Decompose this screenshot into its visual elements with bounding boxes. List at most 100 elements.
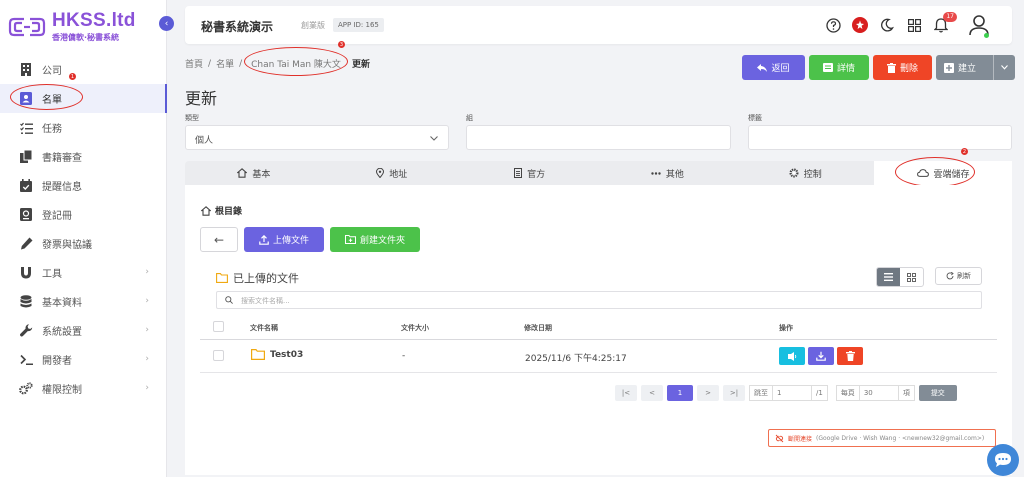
tab-basic[interactable]: 基本	[185, 161, 323, 185]
download-icon	[816, 351, 826, 361]
dark-mode-moon-icon[interactable]	[879, 17, 895, 33]
search-icon	[225, 296, 233, 304]
sidebar-item-invoices[interactable]: 發票與協議	[0, 229, 167, 258]
detail-button[interactable]: 詳情	[809, 55, 869, 80]
tab-label: 官方	[527, 169, 546, 180]
home-icon	[201, 205, 211, 216]
annotation-circle-cloud	[895, 157, 975, 187]
create-button-label: 建立	[958, 64, 977, 74]
per-page-input[interactable]: 30	[858, 385, 899, 401]
folder-icon	[251, 349, 265, 360]
breadcrumb-home[interactable]: 首頁	[185, 57, 203, 70]
chevron-right-icon: ›	[145, 325, 149, 335]
last-page-button[interactable]: >|	[723, 385, 745, 401]
detail-button-label: 詳情	[836, 64, 855, 74]
prev-page-button[interactable]: <	[641, 385, 663, 401]
file-modified-date: 2025/11/6 下午4:25:17	[525, 354, 627, 364]
back-button[interactable]: 返回	[742, 55, 805, 80]
brand-logo[interactable]: HKSS.ltd 香港傭軟·秘書系統	[8, 8, 158, 44]
cloud-storage-panel: 根目錄 ← 上傳文件 創建文件夾 已上傳的文件 刷新 搜索文件名稱... 文件名…	[185, 185, 1012, 475]
file-name-cell[interactable]: Test03	[251, 349, 303, 360]
create-button[interactable]: 建立	[936, 55, 1015, 80]
type-select[interactable]: 個人	[185, 125, 449, 150]
tag-field[interactable]	[748, 125, 1012, 150]
tab-other[interactable]: 其他	[598, 161, 736, 185]
sidebar-item-label: 開發者	[42, 356, 72, 367]
apps-grid-icon[interactable]	[906, 17, 922, 33]
table-row-divider	[200, 372, 997, 373]
tab-official[interactable]: 官方	[461, 161, 599, 185]
sidebar-item-company[interactable]: 公司	[0, 55, 167, 84]
select-all-checkbox[interactable]	[213, 321, 224, 332]
building-icon	[19, 63, 33, 77]
detail-card-icon	[822, 63, 833, 72]
notification-count-badge: 17	[943, 12, 957, 22]
first-page-button[interactable]: |<	[615, 385, 637, 401]
calendar-check-icon	[19, 179, 33, 193]
download-button[interactable]	[808, 347, 834, 365]
goto-label: 跳至	[749, 385, 772, 401]
tab-label: 其他	[665, 169, 684, 180]
brand-name: HKSS.ltd	[52, 10, 136, 31]
refresh-label: 刷新	[957, 272, 971, 280]
app-id-badge: APP ID: 165	[333, 18, 384, 32]
page-1-button[interactable]: 1	[667, 385, 693, 401]
sidebar-item-label: 提醒信息	[42, 182, 82, 193]
delete-file-button[interactable]	[837, 347, 863, 365]
sidebar-item-settings[interactable]: 系統設置 ›	[0, 316, 167, 345]
next-page-button[interactable]: >	[697, 385, 719, 401]
pagination-submit-button[interactable]: 提交	[918, 385, 957, 401]
sidebar: HKSS.ltd 香港傭軟·秘書系統 公司 名單 任務 書籍審查 提醒信息 登記…	[0, 0, 167, 477]
sidebar-item-register[interactable]: 登記冊	[0, 200, 167, 229]
sidebar-item-label: 任務	[42, 124, 62, 135]
sidebar-item-book-review[interactable]: 書籍審查	[0, 142, 167, 171]
notification-bell-icon[interactable]: 17	[933, 12, 957, 33]
hk-flag-icon[interactable]	[852, 17, 868, 33]
sidebar-item-tasks[interactable]: 任務	[0, 113, 167, 142]
trash-icon	[886, 62, 896, 73]
create-dropdown-toggle[interactable]	[993, 55, 1015, 80]
sidebar-item-permissions[interactable]: 權限控制 ›	[0, 374, 167, 403]
disconnect-drive-button[interactable]: 斷開連接 (Google Drive · Wish Wang · <newnew…	[768, 429, 996, 447]
chevron-right-icon: ›	[145, 354, 149, 364]
help-icon[interactable]	[825, 17, 841, 33]
pen-icon	[19, 237, 33, 251]
uploaded-files-title: 已上傳的文件	[216, 270, 299, 286]
row-checkbox[interactable]	[213, 350, 224, 361]
sidebar-item-label: 工具	[42, 269, 62, 280]
folder-plus-icon	[344, 235, 356, 244]
goto-page-input[interactable]: 1	[772, 385, 812, 401]
annotation-circle-contact	[244, 47, 348, 76]
upload-file-button[interactable]: 上傳文件	[244, 227, 324, 252]
sidebar-item-tools[interactable]: 工具 ›	[0, 258, 167, 287]
grid-view-button[interactable]	[900, 268, 923, 286]
tab-label: 控制	[803, 169, 822, 180]
type-select-value: 個人	[195, 136, 214, 146]
refresh-button[interactable]: 刷新	[935, 267, 982, 285]
root-directory-label: 根目錄	[215, 207, 243, 217]
chevron-right-icon: ›	[145, 296, 149, 306]
user-avatar-icon[interactable]	[968, 14, 990, 38]
top-bar-icons: 17	[825, 12, 990, 38]
sidebar-item-developer[interactable]: 開發者 ›	[0, 345, 167, 374]
sidebar-item-reminders[interactable]: 提醒信息	[0, 171, 167, 200]
open-drive-button[interactable]	[779, 347, 805, 365]
tag-label: 標籤	[748, 114, 762, 122]
delete-button[interactable]: 刪除	[873, 55, 932, 80]
file-search-input[interactable]: 搜索文件名稱...	[216, 291, 982, 309]
create-folder-button[interactable]: 創建文件夾	[330, 227, 420, 252]
sidebar-item-basic-data[interactable]: 基本資料 ›	[0, 287, 167, 316]
pagination: |< < 1 > >| 跳至 1 /1 每頁 30 項 提交	[615, 385, 957, 401]
tab-control[interactable]: 控制	[736, 161, 874, 185]
file-size: -	[402, 351, 406, 361]
drive-account-info: (Google Drive · Wish Wang · <newnew32@gm…	[816, 434, 985, 442]
tab-address[interactable]: 地址	[323, 161, 461, 185]
sidebar-collapse-button[interactable]: ‹	[159, 16, 174, 31]
list-view-button[interactable]	[877, 268, 900, 286]
parent-directory-button[interactable]: ←	[200, 227, 238, 252]
breadcrumb-list[interactable]: 名單	[216, 57, 234, 70]
group-field[interactable]	[466, 125, 731, 150]
ellipsis-icon	[651, 171, 661, 175]
chat-support-button[interactable]	[987, 444, 1019, 476]
root-directory[interactable]: 根目錄	[201, 204, 242, 217]
